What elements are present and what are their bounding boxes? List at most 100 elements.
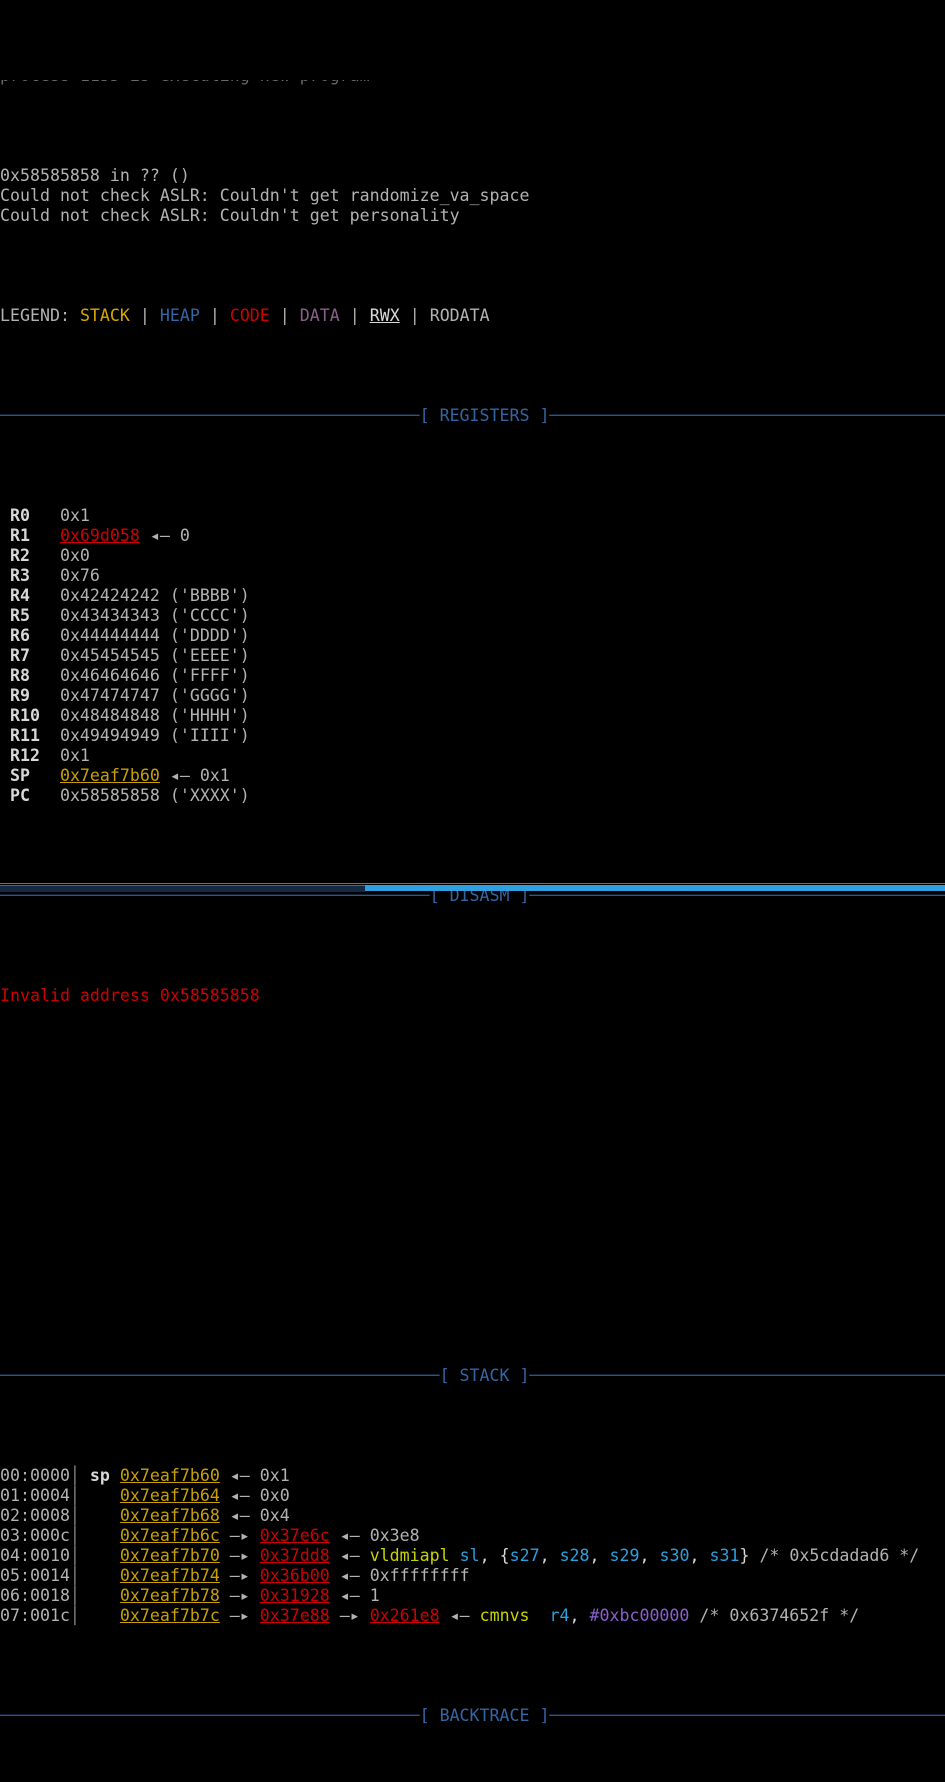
register-indent xyxy=(0,506,10,525)
register-row: SP 0x7eaf7b60 ◂— 0x1 xyxy=(0,766,945,786)
register-indent xyxy=(0,766,10,785)
preamble-line: Could not check ASLR: Couldn't get perso… xyxy=(0,206,945,226)
register-value-r6: 0x44444444 xyxy=(60,626,160,645)
asm-operand: , xyxy=(540,1546,560,1565)
asm-mnemonic: cmnvs xyxy=(480,1606,530,1625)
disasm-blank-line xyxy=(0,1246,945,1266)
stack-chain-value: 0x31928 xyxy=(260,1586,330,1605)
stack-row: 04:0010│ 0x7eaf7b70 —▸ 0x37dd8 ◂— vldmia… xyxy=(0,1546,945,1566)
register-name-r5: R5 xyxy=(10,606,60,625)
stack-row: 07:001c│ 0x7eaf7b7c —▸ 0x37e88 —▸ 0x261e… xyxy=(0,1606,945,1626)
legend-item-heap: HEAP xyxy=(160,306,200,325)
horizontal-scrollbar[interactable] xyxy=(0,881,945,891)
register-name-r12: R12 xyxy=(10,746,60,765)
stack-index: 01:0004 xyxy=(0,1486,70,1505)
disasm-blank-line xyxy=(0,1106,945,1126)
register-row: R9 0x47474747 ('GGGG') xyxy=(0,686,945,706)
stack-column-divider: │ xyxy=(70,1506,80,1525)
register-value-sp: 0x7eaf7b60 xyxy=(60,766,160,785)
register-name-r1: R1 xyxy=(10,526,60,545)
asm-operand: sl xyxy=(460,1546,480,1565)
register-indent xyxy=(0,706,10,725)
asm-operand: , xyxy=(570,1606,590,1625)
register-annotation: ('IIII') xyxy=(160,726,250,745)
register-name-pc: PC xyxy=(10,786,60,805)
separator-dashes-right: ────────────────────────────────────────… xyxy=(549,1706,945,1725)
separator-dashes-right: ────────────────────────────────────────… xyxy=(549,406,945,425)
legend-separator: | xyxy=(400,306,430,325)
stack-index: 04:0010 xyxy=(0,1546,70,1565)
register-indent xyxy=(0,606,10,625)
preamble-lines: 0x58585858 in ?? ()Could not check ASLR:… xyxy=(0,166,945,226)
stack-column-divider: │ xyxy=(70,1546,80,1565)
asm-operand: s28 xyxy=(560,1546,590,1565)
register-value-r2: 0x0 xyxy=(60,546,90,565)
register-value-r3: 0x76 xyxy=(60,566,100,585)
stack-chain-arrow: ◂— xyxy=(220,1486,260,1505)
stack-index: 02:0008 xyxy=(0,1506,70,1525)
stack-index: 00:0000 xyxy=(0,1466,70,1485)
register-indent xyxy=(0,746,10,765)
separator-label-registers: [ REGISTERS ] xyxy=(420,406,550,425)
separator-label-backtrace: [ BACKTRACE ] xyxy=(420,1706,550,1725)
register-indent xyxy=(0,526,10,545)
stack-marker-blank xyxy=(80,1606,120,1625)
legend-item-rodata: RODATA xyxy=(430,306,490,325)
stack-address: 0x7eaf7b74 xyxy=(120,1566,220,1585)
asm-operand: s27 xyxy=(510,1546,540,1565)
stack-row: 00:0000│ sp 0x7eaf7b60 ◂— 0x1 xyxy=(0,1466,945,1486)
stack-chain-arrow: —▸ xyxy=(220,1546,260,1565)
stack-column-divider: │ xyxy=(70,1606,80,1625)
register-row: R11 0x49494949 ('IIII') xyxy=(0,726,945,746)
register-value-r5: 0x43434343 xyxy=(60,606,160,625)
register-row: R3 0x76 xyxy=(0,566,945,586)
register-indent xyxy=(0,586,10,605)
register-name-r11: R11 xyxy=(10,726,60,745)
register-row: R5 0x43434343 ('CCCC') xyxy=(0,606,945,626)
register-indent xyxy=(0,726,10,745)
stack-chain-value: 0x37e88 xyxy=(260,1606,330,1625)
stack-chain-arrow: ◂— xyxy=(440,1606,480,1625)
stack-address: 0x7eaf7b64 xyxy=(120,1486,220,1505)
stack-column-divider: │ xyxy=(70,1586,80,1605)
register-row: PC 0x58585858 ('XXXX') xyxy=(0,786,945,806)
separator-dashes-left: ────────────────────────────────────────… xyxy=(0,1366,440,1385)
stack-index: 07:001c xyxy=(0,1606,70,1625)
register-indent xyxy=(0,686,10,705)
register-annotation: ◂— 0 xyxy=(140,526,190,545)
disasm-blank-line xyxy=(0,1186,945,1206)
stack-chain-value: 0x36b00 xyxy=(260,1566,330,1585)
preamble-text: Could not check ASLR: Couldn't get rando… xyxy=(0,186,530,205)
stack-chain-value: 0xffffffff xyxy=(370,1566,470,1585)
disasm-blank-line xyxy=(0,1146,945,1166)
stack-column-divider: │ xyxy=(70,1486,80,1505)
register-value-r11: 0x49494949 xyxy=(60,726,160,745)
preamble-text: 0x58585858 in ?? () xyxy=(0,166,190,185)
asm-operand: s31 xyxy=(709,1546,739,1565)
stack-chain-value: 0x4 xyxy=(260,1506,290,1525)
stack-marker-blank xyxy=(80,1566,120,1585)
register-annotation: ('FFFF') xyxy=(160,666,250,685)
asm-comment: /* 0x6374652f */ xyxy=(689,1606,859,1625)
register-annotation: ('BBBB') xyxy=(160,586,250,605)
disasm-blank-line xyxy=(0,1266,945,1286)
register-name-r6: R6 xyxy=(10,626,60,645)
register-indent xyxy=(0,786,10,805)
register-row: R0 0x1 xyxy=(0,506,945,526)
section-separator-backtrace: ────────────────────────────────────────… xyxy=(0,1706,945,1726)
register-row: R6 0x44444444 ('DDDD') xyxy=(0,626,945,646)
register-value-r8: 0x46464646 xyxy=(60,666,160,685)
stack-address: 0x7eaf7b78 xyxy=(120,1586,220,1605)
stack-row: 01:0004│ 0x7eaf7b64 ◂— 0x0 xyxy=(0,1486,945,1506)
disasm-blank-line xyxy=(0,1166,945,1186)
separator-stack: ────────────────────────────────────────… xyxy=(0,1366,945,1385)
preamble-line: 0x58585858 in ?? () xyxy=(0,166,945,186)
legend-separator: | xyxy=(200,306,230,325)
terminal-screen[interactable]: process 1135 is executing new program 0x… xyxy=(0,0,945,881)
stack-index: 06:0018 xyxy=(0,1586,70,1605)
asm-operand: , { xyxy=(480,1546,510,1565)
stack-chain-arrow: —▸ xyxy=(330,1606,370,1625)
stack-row: 06:0018│ 0x7eaf7b78 —▸ 0x31928 ◂— 1 xyxy=(0,1586,945,1606)
asm-gap xyxy=(530,1606,550,1625)
register-name-r0: R0 xyxy=(10,506,60,525)
